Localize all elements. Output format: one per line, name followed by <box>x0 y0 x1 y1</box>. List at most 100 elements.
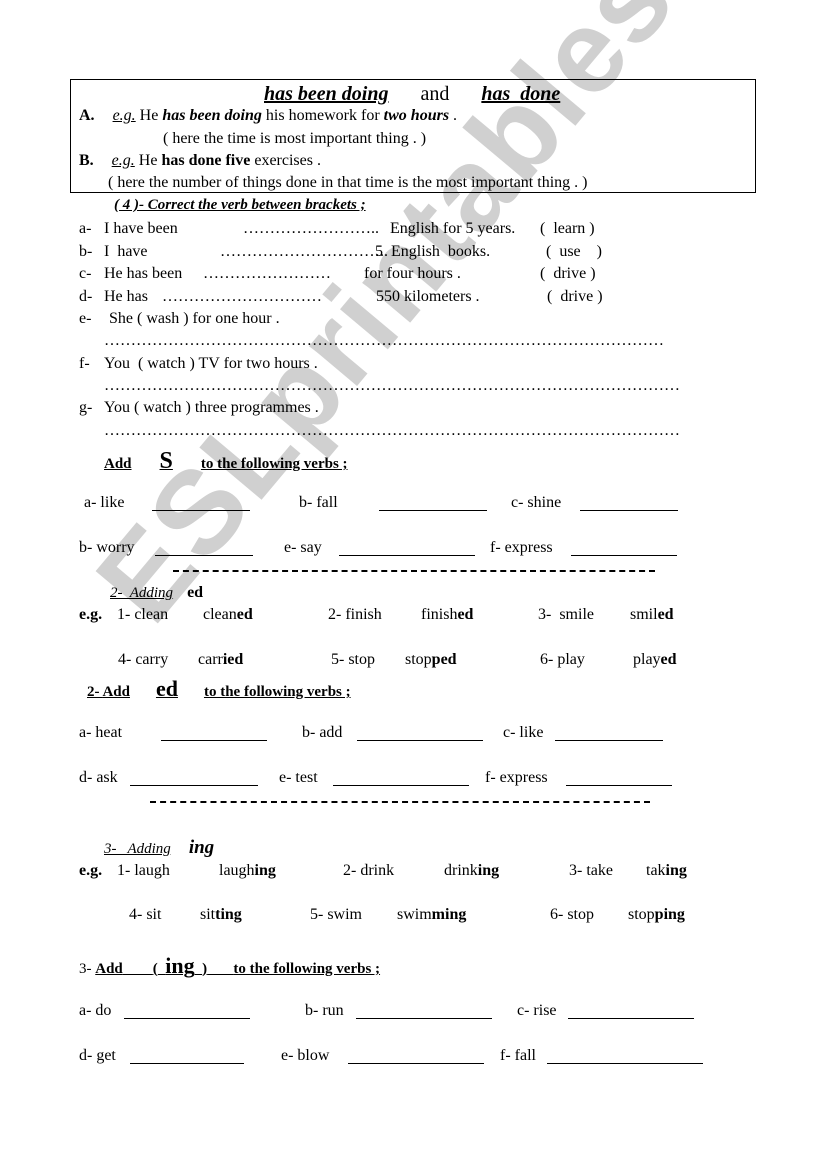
example-result: cleaned <box>203 607 253 623</box>
example-base: 5- stop <box>331 651 375 668</box>
example-stem: clean <box>203 606 237 623</box>
answer-blank[interactable] <box>379 498 487 511</box>
answer-blank[interactable] <box>568 1006 694 1019</box>
example-suffix: ing <box>665 862 687 879</box>
example-b-note: ( here the number of things done in that… <box>108 174 588 191</box>
answer-blank[interactable] <box>571 543 677 556</box>
answer-blank[interactable] <box>333 773 469 786</box>
example-suffix: ed <box>236 606 253 623</box>
eg-label: e.g. <box>112 107 136 124</box>
answer-blank[interactable] <box>130 1051 244 1064</box>
emphasis: two hours <box>383 107 450 124</box>
example-stem: swim <box>397 906 432 923</box>
verb-hint: ( drive ) <box>540 265 596 282</box>
answer-blank[interactable] <box>555 728 663 741</box>
add-ed-title: 2- Add ed to the following verbs ; <box>79 678 351 700</box>
suffix-s: S <box>159 448 173 474</box>
adding-ing-suffix: ing <box>188 837 215 858</box>
example-base: 1- clean <box>117 606 169 623</box>
example-suffix: ing <box>477 862 500 879</box>
answer-blank[interactable] <box>155 543 253 556</box>
example-suffix: ming <box>431 906 467 923</box>
answer-line[interactable]: …………………………………………………………………………………………… <box>104 333 724 349</box>
answer-blank[interactable] <box>348 1051 484 1064</box>
example-stem: carr <box>198 651 223 668</box>
example-result: smiled <box>630 607 674 623</box>
word-label: d- get <box>79 1047 116 1064</box>
adding-ed-suffix: ed <box>187 584 204 601</box>
item-text: He has <box>104 288 148 305</box>
answer-blank[interactable] <box>357 728 483 741</box>
title-and: and <box>420 83 450 105</box>
example-suffix: ping <box>654 906 685 923</box>
answer-blank[interactable]: ………………………….. <box>220 244 388 260</box>
example-result: finished <box>421 607 473 623</box>
example-suffix: ed <box>657 606 674 623</box>
example-base: 2- finish <box>328 606 382 623</box>
answer-blank[interactable]: …………………….. <box>243 221 379 237</box>
word-label: b- add <box>302 724 343 741</box>
item-text: She ( wash ) for one hour . <box>109 310 280 327</box>
answer-line[interactable]: ……………………………………………………………………………………………… <box>104 378 744 394</box>
add-word: Add <box>95 961 123 977</box>
example-stem: play <box>633 651 661 668</box>
section-divider <box>150 801 650 803</box>
example-result: laughing <box>219 863 276 879</box>
answer-blank[interactable] <box>547 1051 703 1064</box>
example-result: sitting <box>200 907 242 923</box>
example-base: 3- smile <box>538 606 594 623</box>
example-suffix: ing <box>254 862 276 879</box>
add-word: Add <box>102 684 130 700</box>
eg-label: e.g. <box>111 152 135 169</box>
item-label: a- <box>79 220 92 237</box>
word-label: a- heat <box>79 724 123 741</box>
verb-hint: ( learn ) <box>540 220 595 237</box>
answer-blank[interactable] <box>356 1006 492 1019</box>
item-text: He has been <box>104 265 183 282</box>
example-stem: sit <box>200 906 216 923</box>
answer-line[interactable]: ……………………………………………………………………………………………… <box>104 423 744 439</box>
answer-blank[interactable]: …………………… <box>203 266 331 282</box>
example-result: carried <box>198 652 243 668</box>
answer-blank[interactable] <box>124 1006 250 1019</box>
example-suffix: ped <box>431 651 457 668</box>
answer-blank[interactable]: ………………………… <box>162 289 322 305</box>
eg-label: e.g. <box>79 862 103 879</box>
item-text: You ( watch ) three programmes . <box>104 399 319 416</box>
example-stem: smil <box>630 606 658 623</box>
add-ing-num: 3- <box>79 961 92 977</box>
word-label: f- fall <box>500 1047 536 1064</box>
emphasis: has been doing <box>162 107 262 124</box>
answer-blank[interactable] <box>152 498 250 511</box>
word-label: e- blow <box>281 1047 330 1064</box>
text: exercises . <box>254 152 321 169</box>
adding-ed-title: 2- Adding <box>110 585 174 601</box>
word-label: d- ask <box>79 769 118 786</box>
add-s-title: Add Sto the following verbs ; <box>104 449 348 473</box>
example-stem: tak <box>646 862 666 879</box>
eg-label: e.g. <box>79 606 103 623</box>
paren-close: ) <box>202 961 208 977</box>
word-label: e- say <box>284 539 322 556</box>
answer-blank[interactable] <box>161 728 267 741</box>
answer-blank[interactable] <box>580 498 678 511</box>
item-label: g- <box>79 399 93 416</box>
example-base: 1- laugh <box>117 862 170 879</box>
example-b-label: B. <box>79 152 94 169</box>
item-text: 550 kilometers . <box>376 288 480 305</box>
box-title: has been doing and has done <box>264 84 560 104</box>
add-ing-title-text: Add ( ing ) to the following verbs ; <box>95 955 380 977</box>
item-label: e- <box>79 310 92 327</box>
answer-blank[interactable] <box>130 773 258 786</box>
text: He <box>138 152 158 169</box>
add-ing-title: 3- Add ( ing ) to the following verbs ; <box>79 955 380 977</box>
example-suffix: ed <box>660 651 677 668</box>
example-stem: drink <box>444 862 478 879</box>
title-has-done: has done <box>481 83 561 105</box>
item-text: English for 5 years. <box>390 220 516 237</box>
example-a-label: A. <box>79 107 95 124</box>
answer-blank[interactable] <box>339 543 475 556</box>
example-base: 4- sit <box>129 906 162 923</box>
answer-blank[interactable] <box>566 773 672 786</box>
add-ed-num: 2- <box>87 684 100 700</box>
